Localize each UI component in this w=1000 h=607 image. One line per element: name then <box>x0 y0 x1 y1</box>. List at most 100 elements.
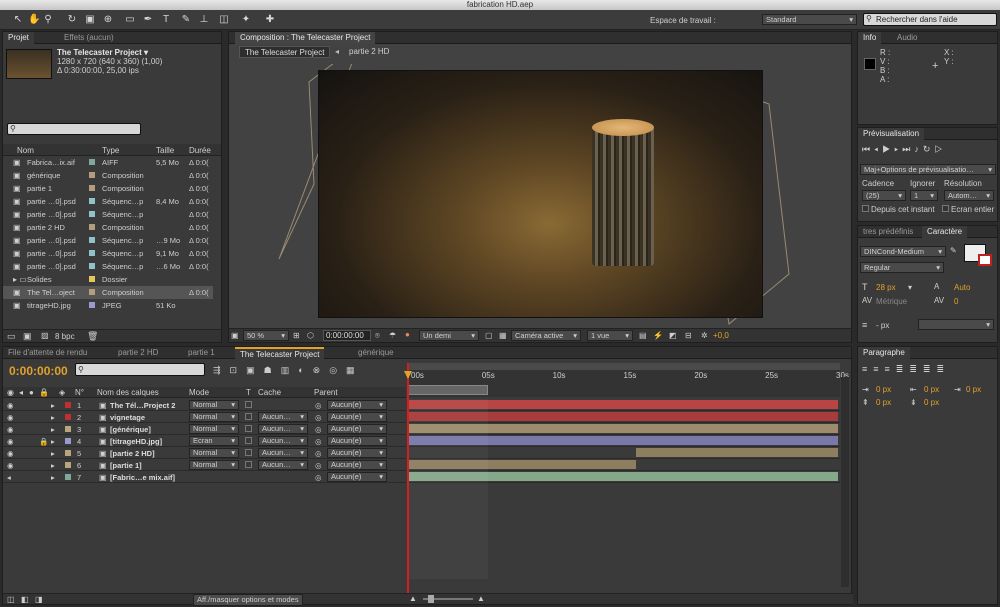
eyedropper-icon[interactable]: ✎ <box>950 246 957 255</box>
font-select[interactable]: DINCond-Medium ▾ <box>860 246 946 257</box>
project-row[interactable]: ▣ partie …0].psd Séquenc…p Δ 0:0( <box>3 208 213 221</box>
selection-tool-icon[interactable]: ↖ <box>12 13 24 26</box>
roi-icon[interactable]: ▢ <box>485 331 493 340</box>
resolution-select[interactable]: Un demi ▾ <box>419 330 479 341</box>
comp-mini-flowchart-icon[interactable]: ⇶ <box>213 365 230 375</box>
layer-matte-select[interactable]: Aucun… ▾ <box>258 436 308 446</box>
tab-project[interactable]: Projet <box>3 32 34 44</box>
audio-icon[interactable]: ♪ <box>914 144 923 154</box>
project-row[interactable]: ▣ générique Composition Δ 0:0( <box>3 169 213 182</box>
audio-column-icon[interactable]: ◂ <box>19 388 23 397</box>
fullscreen-checkbox[interactable] <box>942 205 949 212</box>
preserve-transparency-checkbox[interactable] <box>245 401 252 408</box>
label-swatch[interactable] <box>89 159 95 165</box>
tab-audio[interactable]: Audio <box>892 32 922 44</box>
col-duration[interactable]: Durée <box>189 146 211 155</box>
label-column-icon[interactable]: ◈ <box>59 388 65 397</box>
preview-resolution-select[interactable]: Autom… ▾ <box>944 190 994 201</box>
toggle-pixel-icon[interactable]: ▤ <box>639 331 647 340</box>
camera-tool-icon[interactable]: ▣ <box>84 13 96 26</box>
timeline-current-time[interactable]: 0:00:00:00 <box>9 364 68 378</box>
camera-select[interactable]: Caméra active ▾ <box>511 330 581 341</box>
label-swatch[interactable] <box>89 198 95 204</box>
layer-row[interactable]: ◉ ▸ 1 ▣ The Tél…Project 2 Normal ▾ ◎ Aucun(e) ▾ <box>3 399 406 411</box>
lock-column-icon[interactable]: 🔒 <box>39 388 49 397</box>
project-row[interactable]: ▣ partie …0].psd Séquenc…p 9,1 Mo Δ 0:0( <box>3 247 213 260</box>
toggle-switches-modes-button[interactable]: Aff./masquer options et modes <box>193 594 303 606</box>
work-area-navigator[interactable] <box>408 363 840 370</box>
draft-3d-icon[interactable]: ▣ <box>246 365 264 375</box>
solo-column-icon[interactable]: ● <box>29 388 34 397</box>
eye-icon[interactable]: ◉ <box>7 388 14 397</box>
project-row[interactable]: ▣ titrageHD.jpg JPEG 51 Ko <box>3 299 213 312</box>
indent-select[interactable]: ▾ <box>918 319 994 330</box>
layer-label-swatch[interactable] <box>65 414 71 420</box>
layer-mode-select[interactable]: Normal ▾ <box>189 460 239 470</box>
label-swatch[interactable] <box>89 289 95 295</box>
pickwhip-icon[interactable]: ◎ <box>315 471 322 484</box>
label-swatch[interactable] <box>89 237 95 243</box>
align-center-icon[interactable]: ≡ <box>873 364 884 374</box>
preserve-transparency-checkbox[interactable] <box>245 449 252 456</box>
work-area-bar[interactable] <box>408 385 488 395</box>
show-snapshot-icon[interactable]: ☂ <box>389 331 396 340</box>
align-right-icon[interactable]: ≡ <box>885 364 896 374</box>
auto-keyframe-icon[interactable]: ◎ <box>329 365 346 375</box>
label-swatch[interactable] <box>89 172 95 178</box>
loop-icon[interactable]: ↻ <box>923 144 935 154</box>
eraser-tool-icon[interactable]: ◫ <box>218 13 230 26</box>
preview-option-select[interactable]: Maj+Options de prévisualisatio… ▾ <box>860 164 996 175</box>
indent-value[interactable]: - px <box>876 321 889 330</box>
graph-editor-icon[interactable]: ▦ <box>346 365 364 375</box>
tab-preview[interactable]: Prévisualisation <box>858 128 925 140</box>
label-swatch[interactable] <box>89 211 95 217</box>
tab-paragraph[interactable]: Paragraphe <box>858 347 910 359</box>
tab-character[interactable]: Caractère <box>922 226 968 238</box>
tab-effects[interactable]: Effets (aucun) <box>59 32 119 44</box>
layer-parent-select[interactable]: Aucun(e) ▾ <box>327 460 387 470</box>
snapshot-icon[interactable]: ⌾ <box>375 331 380 341</box>
flowchart-icon[interactable]: ⊟ <box>685 331 692 340</box>
col-size[interactable]: Taille <box>156 146 174 155</box>
indent-left-value[interactable]: 0 px <box>876 385 891 394</box>
layer-parent-select[interactable]: Aucun(e) ▾ <box>327 436 387 446</box>
comp-viewer-canvas[interactable] <box>318 70 763 318</box>
last-frame-icon[interactable]: ⏭ <box>902 144 914 154</box>
zoom-tool-icon[interactable]: ⚲ <box>42 13 54 26</box>
label-swatch[interactable] <box>89 276 95 282</box>
expand-layer-icon[interactable]: ▸ <box>51 471 55 484</box>
zoom-out-icon[interactable]: ▲ <box>409 594 417 603</box>
indent-first-value[interactable]: 0 px <box>966 385 981 394</box>
stroke-color-swatch[interactable] <box>978 254 992 266</box>
pan-behind-tool-icon[interactable]: ⊕ <box>102 13 114 26</box>
layer-mode-select[interactable]: Normal ▾ <box>189 424 239 434</box>
hand-tool-icon[interactable]: ✋ <box>28 13 40 26</box>
first-frame-icon[interactable]: ⏮ <box>862 144 874 154</box>
layer-mode-select[interactable]: Normal ▾ <box>189 412 239 422</box>
layer-parent-select[interactable]: Aucun(e) ▾ <box>327 424 387 434</box>
cadence-select[interactable]: (25) ▾ <box>862 190 906 201</box>
folder-icon[interactable]: ▭ <box>7 331 16 342</box>
play-icon[interactable]: ▶ <box>882 144 894 154</box>
label-swatch[interactable] <box>89 250 95 256</box>
tab-render-queue[interactable]: File d'attente de rendu <box>3 347 92 359</box>
layer-row[interactable]: ◉ ▸ 6 ▣ [partie 1] Normal ▾ Aucun… ▾ ◎ Aucun(e) ▾ <box>3 459 406 471</box>
modes-icon[interactable]: ◧ <box>21 595 29 604</box>
fast-preview-icon[interactable]: ⚡ <box>653 331 663 340</box>
layer-parent-select[interactable]: Aucun(e) ▾ <box>327 412 387 422</box>
indent-right-value[interactable]: 0 px <box>924 385 939 394</box>
layer-matte-select[interactable]: Aucun… ▾ <box>258 448 308 458</box>
tab-partie-2-hd[interactable]: partie 2 HD <box>113 347 163 359</box>
project-row[interactable]: ▣ Fabrica…ix.aif AIFF 5,5 Mo Δ 0:0( <box>3 156 213 169</box>
trash-icon[interactable]: 🗑 <box>87 331 98 342</box>
space-after-value[interactable]: 0 px <box>924 398 939 407</box>
layer-label-swatch[interactable] <box>65 474 71 480</box>
col-layer-name[interactable]: Nom des calques <box>97 388 159 397</box>
text-tool-icon[interactable]: T <box>160 13 172 26</box>
col-parent[interactable]: Parent <box>314 388 338 397</box>
project-search-input[interactable] <box>7 123 141 135</box>
in-out-icon[interactable]: ◨ <box>35 595 43 604</box>
ram-preview-icon[interactable]: ▷ <box>934 144 946 154</box>
tab-presets[interactable]: tres prédéfinis <box>858 226 918 238</box>
project-row[interactable]: ▸ ▭ Solides Dossier <box>3 273 213 286</box>
